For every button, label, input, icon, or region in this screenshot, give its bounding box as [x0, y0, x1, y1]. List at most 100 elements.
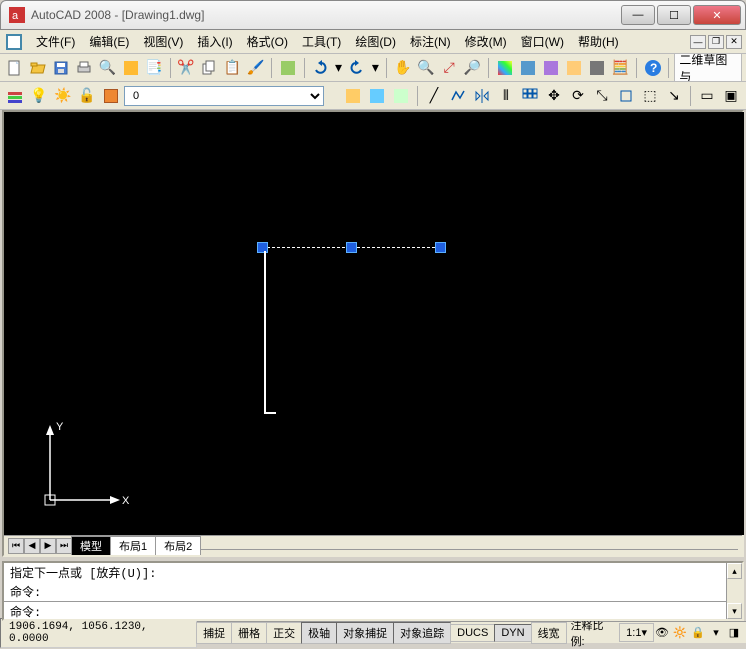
- bulb-icon[interactable]: 💡: [28, 85, 50, 107]
- layer-iso-button[interactable]: [390, 85, 412, 107]
- array-button[interactable]: [519, 85, 541, 107]
- properties-button[interactable]: [494, 57, 515, 79]
- anno-visibility-icon[interactable]: 👁: [654, 625, 670, 641]
- status-grid[interactable]: 栅格: [231, 622, 267, 644]
- tabs-prev-button[interactable]: ◀: [24, 538, 40, 554]
- tab-model[interactable]: 模型: [71, 536, 111, 555]
- layer-combo[interactable]: 0: [124, 86, 324, 106]
- command-window[interactable]: 指定下一点或 [放弃(U)]: 命令: 命令: ▴ ▾: [2, 561, 744, 621]
- plot-button[interactable]: [74, 57, 95, 79]
- menu-tools[interactable]: 工具(T): [296, 31, 347, 52]
- mdi-minimize-button[interactable]: —: [690, 35, 706, 49]
- offset-button[interactable]: ⫴: [495, 85, 517, 107]
- scroll-up-button[interactable]: ▴: [727, 563, 742, 579]
- scale-button[interactable]: ⤡: [591, 85, 613, 107]
- lock-icon[interactable]: 🔓: [76, 85, 98, 107]
- paste-button[interactable]: 📋: [222, 57, 243, 79]
- menu-file[interactable]: 文件(F): [30, 31, 81, 52]
- layer-previous-button[interactable]: [342, 85, 364, 107]
- grip-mid[interactable]: [347, 243, 356, 252]
- line-horizontal[interactable]: [264, 412, 276, 414]
- status-tray-icon[interactable]: ▾: [708, 625, 724, 641]
- quickcalc-button[interactable]: [587, 57, 608, 79]
- polyline-tool-button[interactable]: [447, 85, 469, 107]
- line-tool-button[interactable]: ╱: [423, 85, 445, 107]
- tab-layout1[interactable]: 布局1: [110, 536, 156, 555]
- publish-button[interactable]: [120, 57, 141, 79]
- help-button[interactable]: ?: [642, 57, 663, 79]
- zoom-realtime-button[interactable]: 🔍: [415, 57, 436, 79]
- tab-layout2[interactable]: 布局2: [155, 536, 201, 555]
- window-minimize-button[interactable]: —: [621, 5, 655, 25]
- status-snap[interactable]: 捕捉: [196, 622, 232, 644]
- menu-modify[interactable]: 修改(M): [459, 31, 513, 52]
- status-coordinates[interactable]: 1906.1694, 1056.1230, 0.0000: [0, 618, 197, 648]
- menu-edit[interactable]: 编辑(E): [83, 31, 135, 52]
- window-close-button[interactable]: ✕: [693, 5, 741, 25]
- calculator-button[interactable]: 🧮: [610, 57, 631, 79]
- anno-auto-icon[interactable]: 🔆: [672, 625, 688, 641]
- status-otrack[interactable]: 对象追踪: [393, 622, 451, 644]
- status-polar[interactable]: 极轴: [301, 622, 337, 644]
- grip-end[interactable]: [436, 243, 445, 252]
- save-button[interactable]: [50, 57, 71, 79]
- status-osnap[interactable]: 对象捕捉: [336, 622, 394, 644]
- status-ducs[interactable]: DUCS: [450, 624, 495, 642]
- drawing-canvas[interactable]: Y X: [4, 112, 744, 535]
- menu-window[interactable]: 窗口(W): [515, 31, 570, 52]
- sheet-set-button[interactable]: 📑: [143, 57, 164, 79]
- mirror-button[interactable]: [471, 85, 493, 107]
- menu-format[interactable]: 格式(O): [241, 31, 294, 52]
- lock-ui-icon[interactable]: 🔒: [690, 625, 706, 641]
- tabs-next-button[interactable]: ▶: [40, 538, 56, 554]
- window-maximize-button[interactable]: ☐: [657, 5, 691, 25]
- layer-states-button[interactable]: [366, 85, 388, 107]
- command-prompt[interactable]: 命令:: [4, 602, 742, 621]
- tabs-last-button[interactable]: ⏭: [56, 538, 72, 554]
- plot-preview-button[interactable]: 🔍: [97, 57, 118, 79]
- layer-properties-button[interactable]: [4, 85, 26, 107]
- move-button[interactable]: ✥: [543, 85, 565, 107]
- new-button[interactable]: [4, 57, 25, 79]
- document-icon[interactable]: [6, 34, 22, 50]
- menu-help[interactable]: 帮助(H): [572, 31, 625, 52]
- status-ortho[interactable]: 正交: [266, 622, 302, 644]
- design-center-button[interactable]: [517, 57, 538, 79]
- status-anno-value[interactable]: 1:1▾: [619, 623, 654, 642]
- copy-button[interactable]: [199, 57, 220, 79]
- command-scrollbar[interactable]: ▴ ▾: [726, 563, 742, 619]
- tabs-first-button[interactable]: ⏮: [8, 538, 24, 554]
- block-editor-button[interactable]: [277, 57, 298, 79]
- sun-icon[interactable]: ☀️: [52, 85, 74, 107]
- tool-palettes-button[interactable]: [540, 57, 561, 79]
- make-block-button[interactable]: ▣: [720, 85, 742, 107]
- zoom-window-button[interactable]: ⤢: [439, 57, 460, 79]
- redo-dropdown[interactable]: ▾: [370, 57, 382, 79]
- pan-button[interactable]: ✋: [392, 57, 413, 79]
- explode-button[interactable]: ⬚: [639, 85, 661, 107]
- erase-button[interactable]: ↘: [663, 85, 685, 107]
- undo-dropdown[interactable]: ▾: [333, 57, 345, 79]
- menu-insert[interactable]: 插入(I): [191, 31, 238, 52]
- line-vertical[interactable]: [264, 251, 266, 414]
- open-button[interactable]: [27, 57, 48, 79]
- menu-view[interactable]: 视图(V): [137, 31, 189, 52]
- cut-button[interactable]: ✂️: [175, 57, 196, 79]
- rotate-button[interactable]: ⟳: [567, 85, 589, 107]
- menu-label[interactable]: 标注(N): [404, 31, 457, 52]
- mdi-close-button[interactable]: ✕: [726, 35, 742, 49]
- workspace-label[interactable]: 二维草图与: [674, 54, 742, 82]
- match-props-button[interactable]: 🖌️: [245, 57, 266, 79]
- markup-set-button[interactable]: [564, 57, 585, 79]
- trim-button[interactable]: [615, 85, 637, 107]
- redo-button[interactable]: [346, 57, 367, 79]
- zoom-previous-button[interactable]: 🔎: [462, 57, 483, 79]
- mdi-restore-button[interactable]: ❐: [708, 35, 724, 49]
- status-lwt[interactable]: 线宽: [531, 622, 567, 644]
- scroll-down-button[interactable]: ▾: [727, 603, 742, 619]
- undo-button[interactable]: [309, 57, 330, 79]
- insert-block-button[interactable]: ▭: [696, 85, 718, 107]
- color-icon[interactable]: [100, 85, 122, 107]
- status-dyn[interactable]: DYN: [494, 624, 531, 642]
- clean-screen-icon[interactable]: ◨: [726, 625, 742, 641]
